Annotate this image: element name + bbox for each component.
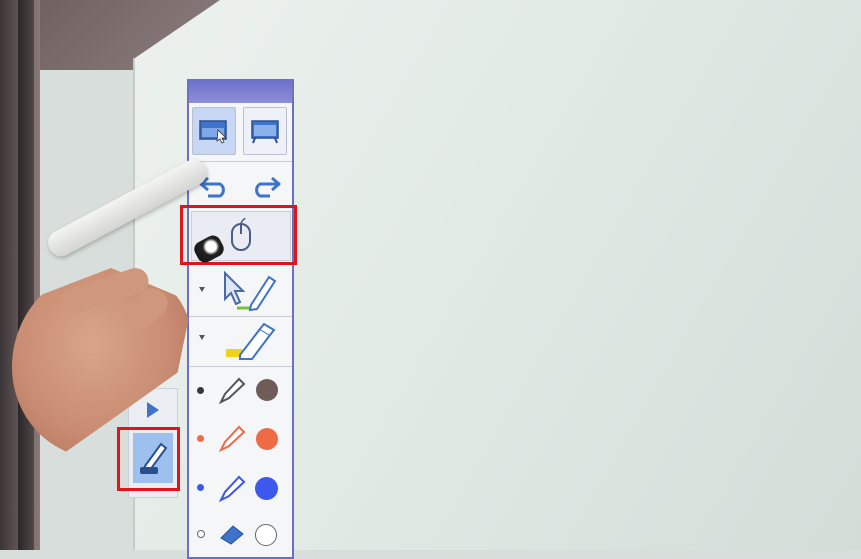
redo-icon — [255, 176, 281, 198]
pen-icon — [218, 377, 246, 404]
color-swatch-blue[interactable] — [255, 477, 278, 500]
play-triangle-icon — [147, 402, 159, 418]
pen-size-indicator — [197, 484, 204, 491]
highlight-box-pen-mode — [117, 427, 180, 491]
chevron-down-icon[interactable] — [199, 287, 205, 292]
color-swatch-white[interactable] — [255, 524, 277, 546]
toolbar-drag-handle[interactable] — [189, 79, 292, 103]
redo-button[interactable] — [245, 167, 285, 203]
eraser-button[interactable] — [214, 521, 250, 547]
divider — [189, 316, 292, 317]
select-pen-tool[interactable] — [214, 269, 286, 313]
eraser-icon — [220, 525, 244, 545]
display-bezel — [18, 0, 34, 550]
chevron-down-icon[interactable] — [199, 335, 205, 340]
pen-icon — [218, 425, 246, 452]
annotation-toolbar — [187, 79, 294, 559]
pen-dark-button[interactable] — [214, 375, 250, 405]
cursor-pen-icon — [224, 271, 277, 311]
fullscreen-board-icon — [251, 120, 279, 144]
pen-blue-button[interactable] — [214, 473, 250, 503]
pen-size-indicator — [197, 435, 204, 442]
highlighter-icon — [226, 322, 276, 360]
pen-orange-button[interactable] — [214, 423, 250, 453]
divider — [189, 366, 292, 367]
window-cursor-icon — [199, 120, 227, 144]
window-mode-button[interactable] — [192, 107, 236, 155]
pen-icon — [218, 475, 246, 502]
color-swatch-orange[interactable] — [256, 428, 278, 450]
highlighter-tool[interactable] — [219, 319, 285, 363]
eraser-size-indicator — [197, 530, 205, 538]
divider — [189, 161, 292, 162]
color-swatch-dark[interactable] — [256, 379, 278, 401]
pen-size-indicator — [197, 387, 204, 394]
expand-toolbar-button[interactable] — [137, 397, 169, 423]
board-mode-button[interactable] — [243, 107, 287, 155]
